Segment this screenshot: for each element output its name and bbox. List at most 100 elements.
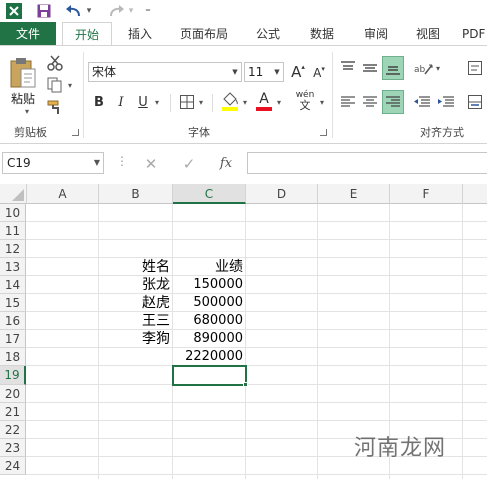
tab-page-layout[interactable]: 页面布局	[172, 22, 236, 46]
cell-c13[interactable]: 业绩	[173, 258, 243, 276]
bold-button[interactable]: B	[90, 92, 108, 112]
row-header[interactable]: 19	[0, 366, 26, 385]
paste-button-label[interactable]: 粘贴	[8, 90, 38, 106]
row-header[interactable]: 21	[0, 403, 26, 421]
tab-data[interactable]: 数据	[300, 22, 344, 46]
fill-handle[interactable]	[243, 382, 248, 387]
cell-c14[interactable]: 150000	[173, 276, 243, 294]
row-header[interactable]: 18	[0, 348, 26, 366]
paste-icon[interactable]	[8, 56, 38, 90]
format-painter-icon[interactable]	[46, 98, 64, 116]
row-header[interactable]: 15	[0, 294, 26, 312]
orientation-dropdown-icon[interactable]: ▾	[434, 62, 442, 74]
middle-align-icon[interactable]	[360, 58, 380, 78]
column-header[interactable]: D	[246, 184, 318, 204]
row-header[interactable]: 11	[0, 222, 26, 240]
orientation-icon[interactable]: ab	[412, 58, 434, 78]
undo-dropdown-icon[interactable]: ▾	[85, 2, 93, 20]
row-header[interactable]: 13	[0, 258, 26, 276]
redo-icon[interactable]	[106, 2, 126, 20]
column-header[interactable]: F	[390, 184, 463, 204]
cell-c16[interactable]: 680000	[173, 312, 243, 330]
tab-review[interactable]: 审阅	[354, 22, 398, 46]
row-header[interactable]: 24	[0, 457, 26, 475]
name-box-dropdown-icon[interactable]: ▼	[94, 153, 100, 173]
align-center-icon[interactable]	[360, 92, 380, 112]
formula-input[interactable]	[247, 152, 487, 174]
alignment-group-label: 对齐方式	[420, 126, 464, 139]
underline-dropdown-icon[interactable]: ▾	[153, 96, 161, 108]
phonetic-guide-icon[interactable]: wén 文	[290, 90, 320, 112]
row-header[interactable]: 14	[0, 276, 26, 294]
merge-center-icon[interactable]	[466, 92, 484, 112]
align-left-icon[interactable]	[338, 92, 358, 112]
fill-color-dropdown-icon[interactable]: ▾	[241, 96, 249, 108]
cell-b15[interactable]: 赵虎	[99, 294, 171, 312]
insert-function-icon[interactable]: fx	[214, 153, 238, 173]
decrease-indent-icon[interactable]	[412, 92, 432, 112]
cell-c15[interactable]: 500000	[173, 294, 243, 312]
column-header[interactable]: B	[99, 184, 173, 204]
ribbon: 粘贴 ▾ ▾ 剪贴板 宋体 ▼ 11 ▼ A ▴ A ▾ B I U ▾ ▾ ▾ A…	[0, 45, 487, 144]
font-size-select[interactable]: 11 ▼	[244, 62, 284, 82]
excel-logo-icon	[6, 2, 22, 20]
cell-b17[interactable]: 李狗	[99, 330, 171, 348]
fill-color-icon[interactable]	[220, 90, 240, 112]
paste-dropdown-icon[interactable]: ▾	[22, 106, 32, 116]
borders-icon[interactable]	[177, 92, 197, 112]
name-box[interactable]: C19 ▼	[2, 152, 104, 174]
redo-dropdown-icon[interactable]: ▾	[127, 2, 135, 20]
copy-icon[interactable]	[46, 76, 64, 94]
top-align-icon[interactable]	[338, 58, 358, 78]
cell-b16[interactable]: 王三	[99, 312, 171, 330]
tab-file[interactable]: 文件	[0, 22, 56, 46]
copy-dropdown-icon[interactable]: ▾	[66, 80, 74, 90]
phonetic-dropdown-icon[interactable]: ▾	[318, 96, 326, 108]
font-name-select[interactable]: 宋体 ▼	[88, 62, 242, 82]
row-header[interactable]: 20	[0, 385, 26, 403]
enter-icon[interactable]: ✓	[178, 154, 200, 174]
wrap-text-icon[interactable]	[466, 58, 484, 78]
align-right-icon[interactable]	[382, 90, 404, 114]
increase-font-size-icon[interactable]: A ▴	[289, 62, 307, 82]
cell-c17[interactable]: 890000	[173, 330, 243, 348]
font-launcher-icon[interactable]	[320, 129, 327, 136]
column-header[interactable]	[463, 184, 487, 204]
customize-toolbar-icon[interactable]: ⁼	[143, 2, 153, 20]
active-cell[interactable]	[172, 365, 247, 386]
row-header[interactable]: 12	[0, 240, 26, 258]
borders-dropdown-icon[interactable]: ▾	[197, 96, 205, 108]
column-header[interactable]: C	[173, 184, 246, 204]
row-header[interactable]: 22	[0, 421, 26, 439]
save-icon[interactable]	[36, 2, 52, 20]
column-header[interactable]: A	[27, 184, 99, 204]
row-header[interactable]: 23	[0, 439, 26, 457]
cell-b14[interactable]: 张龙	[99, 276, 171, 294]
gridline	[26, 384, 487, 385]
row-header[interactable]: 17	[0, 330, 26, 348]
font-color-dropdown-icon[interactable]: ▾	[275, 96, 283, 108]
increase-indent-icon[interactable]	[436, 92, 456, 112]
clipboard-launcher-icon[interactable]	[72, 129, 79, 136]
cut-icon[interactable]	[46, 54, 64, 72]
underline-button[interactable]: U	[134, 92, 152, 112]
italic-button[interactable]: I	[112, 92, 130, 112]
select-all-corner[interactable]	[0, 184, 27, 204]
undo-icon[interactable]	[64, 2, 84, 20]
column-header[interactable]: E	[318, 184, 390, 204]
decrease-font-size-icon[interactable]: A ▾	[311, 64, 327, 82]
cell-b13[interactable]: 姓名	[99, 258, 171, 276]
tab-view[interactable]: 视图	[406, 22, 450, 46]
row-header[interactable]: 10	[0, 204, 26, 222]
bottom-align-icon[interactable]	[382, 56, 404, 80]
gridline	[26, 347, 487, 348]
tab-pdf[interactable]: PDF	[462, 22, 487, 46]
tab-insert[interactable]: 插入	[118, 22, 162, 46]
tab-home[interactable]: 开始	[62, 22, 112, 46]
tab-formulas[interactable]: 公式	[246, 22, 290, 46]
cell-c18[interactable]: 2220000	[173, 348, 243, 366]
row-header[interactable]: 16	[0, 312, 26, 330]
cancel-icon[interactable]: ✕	[140, 154, 162, 174]
group-divider	[332, 52, 333, 138]
font-color-icon[interactable]: A	[254, 90, 274, 112]
